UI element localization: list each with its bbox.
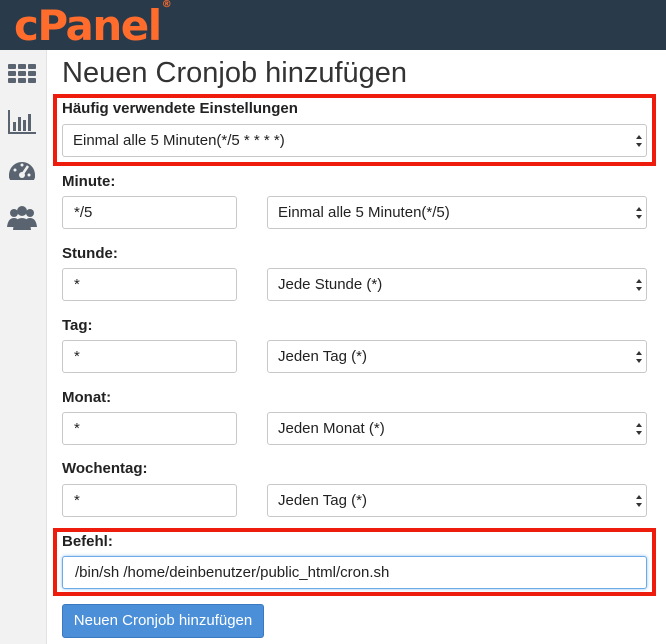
common-settings-label: Häufig verwendete Einstellungen: [62, 100, 298, 117]
minute-input[interactable]: */5: [62, 196, 237, 229]
day-input[interactable]: *: [62, 340, 237, 373]
logo-text: cPanel: [14, 1, 162, 50]
hour-input[interactable]: *: [62, 268, 237, 301]
select-arrows-icon: [636, 207, 642, 219]
minute-select[interactable]: Einmal alle 5 Minuten(*/5): [267, 196, 647, 229]
weekday-select[interactable]: Jeden Tag (*): [267, 484, 647, 517]
common-settings-value: Einmal alle 5 Minuten(*/5 * * * *): [73, 132, 285, 149]
sidebar: [0, 50, 47, 644]
trademark-symbol: ®: [161, 0, 172, 10]
hour-select-value: Jede Stunde (*): [278, 276, 383, 293]
weekday-input[interactable]: *: [62, 484, 237, 517]
select-arrows-icon: [636, 423, 642, 435]
page-title: Neuen Cronjob hinzufügen: [62, 57, 408, 89]
top-bar: cPanel®: [0, 0, 666, 50]
speedometer-icon[interactable]: [7, 156, 37, 186]
add-cronjob-button[interactable]: Neuen Cronjob hinzufügen: [62, 604, 264, 638]
select-arrows-icon: [636, 135, 642, 147]
month-select[interactable]: Jeden Monat (*): [267, 412, 647, 445]
hour-label: Stunde:: [62, 245, 118, 262]
bar-chart-icon[interactable]: [7, 107, 37, 137]
select-arrows-icon: [636, 495, 642, 507]
common-settings-select[interactable]: Einmal alle 5 Minuten(*/5 * * * *): [62, 124, 647, 157]
minute-label: Minute:: [62, 173, 116, 190]
month-input[interactable]: *: [62, 412, 237, 445]
select-arrows-icon: [636, 351, 642, 363]
users-icon[interactable]: [7, 203, 37, 233]
month-select-value: Jeden Monat (*): [278, 420, 385, 437]
day-label: Tag:: [62, 317, 93, 334]
grid-icon[interactable]: [7, 58, 37, 88]
command-input[interactable]: /bin/sh /home/deinbenutzer/public_html/c…: [62, 556, 647, 589]
day-select-value: Jeden Tag (*): [278, 348, 367, 365]
month-label: Monat:: [62, 389, 112, 406]
cpanel-logo[interactable]: cPanel®: [14, 0, 172, 51]
minute-select-value: Einmal alle 5 Minuten(*/5): [278, 204, 450, 221]
command-label: Befehl:: [62, 533, 113, 550]
weekday-label: Wochentag:: [62, 460, 148, 477]
weekday-select-value: Jeden Tag (*): [278, 492, 367, 509]
select-arrows-icon: [636, 279, 642, 291]
hour-select[interactable]: Jede Stunde (*): [267, 268, 647, 301]
day-select[interactable]: Jeden Tag (*): [267, 340, 647, 373]
